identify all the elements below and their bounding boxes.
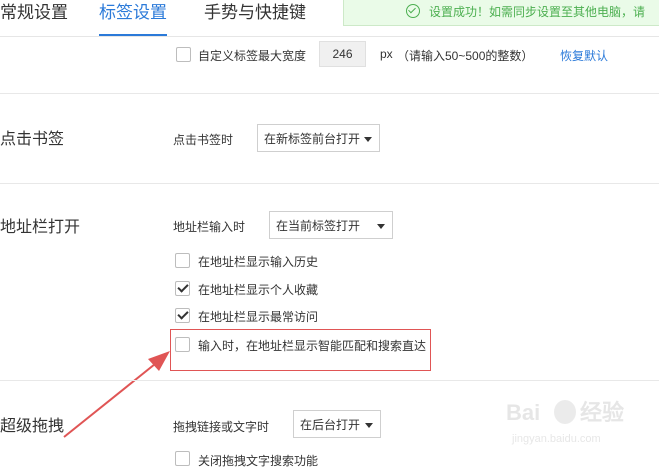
svg-text:经验: 经验 — [580, 400, 624, 425]
disable-drag-search-label: 关闭拖拽文字搜索功能 — [198, 454, 319, 468]
baidu-logo-icon: Bai 经验 jingyan.baidu.com — [506, 400, 624, 445]
drag-label: 拖拽链接或文字时 — [173, 420, 270, 434]
section-title-super-drag: 超级拖拽 — [0, 418, 65, 435]
drag-select[interactable]: 在后台打开 — [293, 410, 381, 438]
chevron-down-icon — [365, 423, 373, 428]
svg-text:Bai: Bai — [506, 400, 540, 425]
drag-select-value: 在后台打开 — [300, 418, 361, 432]
divider — [0, 380, 659, 381]
baidu-watermark: Bai 经验 jingyan.baidu.com — [502, 392, 652, 452]
svg-text:jingyan.baidu.com: jingyan.baidu.com — [511, 433, 601, 445]
